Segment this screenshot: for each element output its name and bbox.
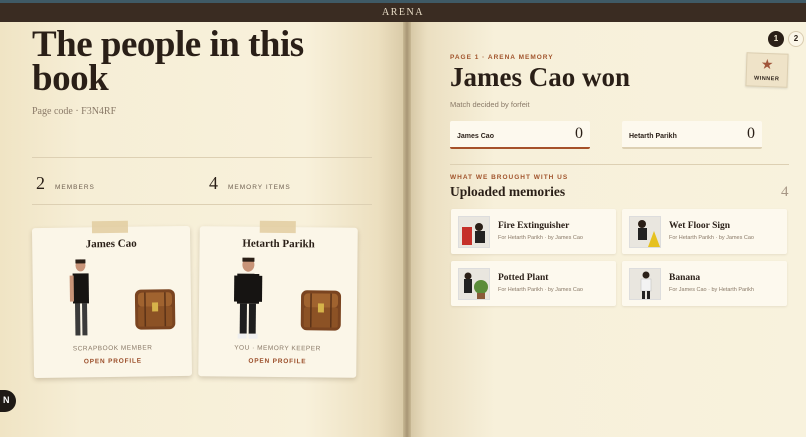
memory-byline: For Hetarth Parikh · by James Cao (669, 235, 754, 241)
match-subtitle: Match decided by forfeit (450, 100, 530, 109)
open-profile-link[interactable]: OPEN PROFILE (34, 357, 192, 366)
stat-value: 4 (209, 173, 218, 193)
member-role: SCRAPBOOK MEMBER (72, 344, 153, 353)
memory-thumbnail (458, 268, 490, 300)
memory-thumbnail (629, 216, 661, 248)
memories-kicker: WHAT WE BROUGHT WITH US (450, 174, 569, 181)
treasure-chest-icon (300, 290, 342, 331)
avatar-figure (69, 259, 90, 336)
member-role: YOU · MEMORY KEEPER (234, 344, 321, 353)
score-james-cao: James Cao 0 (450, 121, 590, 149)
memory-item[interactable]: Banana For James Cao · by Hetarth Parikh (622, 261, 787, 306)
avatar-figure (234, 257, 263, 339)
stat-label: MEMORY ITEMS (228, 184, 291, 191)
memory-byline: For James Cao · by Hetarth Parikh (669, 287, 754, 293)
memory-byline: For Hetarth Parikh · by James Cao (498, 287, 583, 293)
memory-item[interactable]: Wet Floor Sign For Hetarth Parikh · by J… (622, 209, 787, 254)
score-hetarth-parikh: Hetarth Parikh 0 (622, 121, 762, 149)
winner-label: WINNER (753, 75, 780, 83)
tape (259, 220, 296, 234)
open-profile-link[interactable]: OPEN PROFILE (198, 357, 356, 366)
page-button-2[interactable]: 2 (788, 31, 804, 47)
player-name: James Cao (457, 133, 494, 140)
member-card-james-cao[interactable]: James Cao SCRAPBOOK MEMBER OPEN PROFILE (31, 220, 193, 379)
top-bar: ARENA (0, 0, 806, 22)
divider (450, 164, 789, 165)
memories-count: 4 (781, 184, 789, 200)
match-title: James Cao won (450, 62, 630, 92)
winner-badge: ★ WINNER (745, 52, 789, 88)
player-score: 0 (575, 125, 583, 142)
memory-title: Wet Floor Sign (669, 221, 731, 231)
player-score: 0 (747, 125, 755, 142)
memory-title: Potted Plant (498, 273, 549, 283)
tape (91, 220, 129, 234)
member-name: Hetarth Parikh (242, 237, 315, 251)
member-name: James Cao (85, 237, 137, 251)
star-icon: ★ (760, 55, 774, 73)
page-code: Page code · F3N4RF (32, 106, 117, 117)
memory-byline: For Hetarth Parikh · by James Cao (498, 235, 583, 241)
memory-item[interactable]: Fire Extinguisher For Hetarth Parikh · b… (451, 209, 616, 254)
page-title: The people in this book (32, 24, 304, 99)
memory-thumbnail (629, 268, 661, 300)
memory-title: Banana (669, 273, 701, 283)
player-name: Hetarth Parikh (629, 133, 677, 140)
divider (32, 157, 372, 158)
memory-thumbnail (458, 216, 490, 248)
page-button-1[interactable]: 1 (768, 31, 784, 47)
stat-memory-items: 4 MEMORY ITEMS (209, 173, 291, 194)
app-title: ARENA (382, 7, 424, 18)
book-spine (403, 22, 411, 437)
memories-title: Uploaded memories (450, 184, 566, 199)
memory-item[interactable]: Potted Plant For Hetarth Parikh · by Jam… (451, 261, 616, 306)
stat-members: 2 MEMBERS (36, 173, 95, 194)
memory-title: Fire Extinguisher (498, 221, 570, 231)
divider (32, 204, 372, 205)
member-card-hetarth-parikh[interactable]: Hetarth Parikh YOU · MEMORY KEEPER OPEN … (198, 220, 358, 378)
page-kicker: PAGE 1 · ARENA MEMORY (450, 54, 554, 61)
stat-label: MEMBERS (55, 184, 95, 191)
stat-value: 2 (36, 173, 45, 193)
treasure-chest-icon (134, 289, 176, 330)
